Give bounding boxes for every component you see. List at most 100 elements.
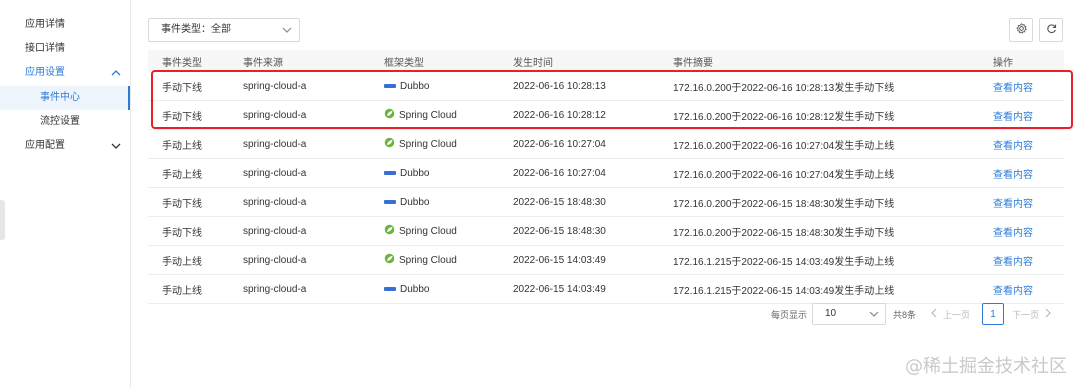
framework-label: Dubbo bbox=[400, 80, 430, 92]
summary-cell: 172.16.0.200于2022-06-16 10:28:12发生手动下线 bbox=[673, 111, 895, 123]
sidebar-item-label: 流控设置 bbox=[40, 116, 80, 127]
time-cell: 2022-06-16 10:27:04 bbox=[513, 138, 606, 150]
view-content-link[interactable]: 查看内容 bbox=[993, 159, 1033, 187]
event-source-cell: spring-cloud-a bbox=[243, 283, 307, 295]
summary-cell: 172.16.1.215于2022-06-15 14:03:49发生手动上线 bbox=[673, 285, 895, 297]
framework-cell: Dubbo bbox=[384, 275, 429, 303]
total-count: 共8条 bbox=[893, 309, 917, 320]
view-content-link[interactable]: 查看内容 bbox=[993, 101, 1033, 129]
time-cell: 2022-06-15 18:48:30 bbox=[513, 225, 606, 237]
table-row: 手动下线 spring-cloud-a Dubbo 2022-06-15 18:48:… bbox=[148, 188, 1064, 217]
sidebar: 应用详情 接口详情 应用设置 事件中心 流控设置 应用配置 bbox=[0, 0, 131, 388]
framework-cell: Dubbo bbox=[384, 159, 429, 187]
gear-icon bbox=[1015, 21, 1027, 39]
chevron-left-icon bbox=[931, 308, 937, 320]
view-content-link[interactable]: 查看内容 bbox=[993, 188, 1033, 216]
next-page-label: 下一页 bbox=[1012, 309, 1040, 320]
settings-button[interactable] bbox=[1009, 18, 1033, 42]
event-source-cell: spring-cloud-a bbox=[243, 196, 307, 208]
event-source-cell: spring-cloud-a bbox=[243, 109, 307, 121]
table-row: 手动上线 spring-cloud-a Spring Cloud 2022-06-16… bbox=[148, 130, 1064, 159]
table-row: 手动上线 spring-cloud-a Dubbo 2022-06-15 14:03:… bbox=[148, 275, 1064, 304]
summary-cell: 172.16.0.200于2022-06-16 10:27:04发生手动上线 bbox=[673, 140, 895, 152]
summary-cell: 172.16.0.200于2022-06-15 18:48:30发生手动下线 bbox=[673, 198, 895, 210]
chevron-down-icon bbox=[110, 134, 122, 158]
page-size-value: 10 bbox=[825, 308, 837, 319]
chevron-right-icon bbox=[1045, 308, 1051, 320]
spring-leaf-icon bbox=[384, 137, 395, 151]
framework-label: Spring Cloud bbox=[399, 254, 457, 266]
framework-cell: Spring Cloud bbox=[384, 217, 457, 245]
page-size-select[interactable]: 10 bbox=[812, 303, 886, 325]
column-header-action: 操作 bbox=[993, 57, 1013, 69]
table-row: 手动上线 spring-cloud-a Spring Cloud 2022-06-15… bbox=[148, 246, 1064, 275]
event-source-cell: spring-cloud-a bbox=[243, 138, 307, 150]
sidebar-item-event-center[interactable]: 事件中心 bbox=[0, 86, 130, 110]
chevron-down-icon bbox=[281, 19, 293, 41]
collapse-handle[interactable] bbox=[0, 200, 5, 240]
sidebar-item-app-detail[interactable]: 应用详情 bbox=[0, 13, 130, 37]
sidebar-group-app-settings[interactable]: 应用设置 bbox=[0, 61, 130, 85]
table-row: 手动下线 spring-cloud-a Dubbo 2022-06-16 10:28:… bbox=[148, 72, 1064, 101]
event-source-cell: spring-cloud-a bbox=[243, 254, 307, 266]
framework-label: Spring Cloud bbox=[399, 225, 457, 237]
chevron-down-icon bbox=[868, 304, 880, 324]
event-type-cell: 手动上线 bbox=[162, 256, 202, 268]
refresh-button[interactable] bbox=[1039, 18, 1063, 42]
event-source-cell: spring-cloud-a bbox=[243, 225, 307, 237]
column-header-event-type: 事件类型 bbox=[162, 57, 202, 69]
page-1-button[interactable]: 1 bbox=[982, 303, 1004, 325]
table-row: 手动下线 spring-cloud-a Spring Cloud 2022-06-15… bbox=[148, 217, 1064, 246]
time-cell: 2022-06-15 14:03:49 bbox=[513, 283, 606, 295]
time-cell: 2022-06-15 18:48:30 bbox=[513, 196, 606, 208]
event-type-cell: 手动下线 bbox=[162, 111, 202, 123]
spring-leaf-icon bbox=[384, 108, 395, 122]
table-body: 手动下线 spring-cloud-a Dubbo 2022-06-16 10:28:… bbox=[148, 72, 1064, 304]
table-row: 手动下线 spring-cloud-a Spring Cloud 2022-06-16… bbox=[148, 101, 1064, 130]
framework-label: Spring Cloud bbox=[399, 138, 457, 150]
framework-label: Spring Cloud bbox=[399, 109, 457, 121]
framework-cell: Dubbo bbox=[384, 188, 429, 216]
dubbo-logo-icon bbox=[384, 197, 396, 208]
spring-leaf-icon bbox=[384, 224, 395, 238]
event-source-cell: spring-cloud-a bbox=[243, 80, 307, 92]
summary-cell: 172.16.0.200于2022-06-15 18:48:30发生手动下线 bbox=[673, 227, 895, 239]
event-type-cell: 手动上线 bbox=[162, 140, 202, 152]
sidebar-group-app-config[interactable]: 应用配置 bbox=[0, 134, 130, 158]
dubbo-logo-icon bbox=[384, 81, 396, 92]
framework-label: Dubbo bbox=[400, 283, 430, 295]
current-page-number: 1 bbox=[990, 308, 996, 320]
chevron-up-icon bbox=[110, 61, 122, 85]
column-header-event-source: 事件来源 bbox=[243, 57, 283, 69]
next-page-button[interactable]: 下一页 bbox=[1012, 303, 1051, 325]
time-cell: 2022-06-16 10:28:12 bbox=[513, 109, 606, 121]
column-header-time: 发生时间 bbox=[513, 57, 553, 69]
event-table: 事件类型 事件来源 框架类型 发生时间 事件摘要 操作 手动下线 spring-c… bbox=[148, 50, 1064, 304]
page-size-label: 每页显示 bbox=[771, 309, 808, 320]
event-source-cell: spring-cloud-a bbox=[243, 167, 307, 179]
event-type-select[interactable]: 事件类型：全部 bbox=[148, 18, 300, 42]
prev-page-label: 上一页 bbox=[943, 309, 971, 320]
spring-leaf-icon bbox=[384, 253, 395, 267]
framework-cell: Spring Cloud bbox=[384, 246, 457, 274]
table-header: 事件类型 事件来源 框架类型 发生时间 事件摘要 操作 bbox=[148, 50, 1064, 72]
prev-page-button[interactable]: 上一页 bbox=[931, 303, 970, 325]
column-header-summary: 事件摘要 bbox=[673, 57, 713, 69]
view-content-link[interactable]: 查看内容 bbox=[993, 130, 1033, 158]
view-content-link[interactable]: 查看内容 bbox=[993, 275, 1033, 303]
framework-label: Dubbo bbox=[400, 196, 430, 208]
event-type-cell: 手动上线 bbox=[162, 169, 202, 181]
view-content-link[interactable]: 查看内容 bbox=[993, 217, 1033, 245]
view-content-link[interactable]: 查看内容 bbox=[993, 246, 1033, 274]
view-content-link[interactable]: 查看内容 bbox=[993, 72, 1033, 100]
event-type-select-value: 事件类型：全部 bbox=[161, 24, 231, 35]
sidebar-item-label: 应用设置 bbox=[25, 67, 65, 78]
sidebar-item-flow-control[interactable]: 流控设置 bbox=[0, 110, 130, 134]
dubbo-logo-icon bbox=[384, 168, 396, 179]
framework-cell: Spring Cloud bbox=[384, 130, 457, 158]
sidebar-item-api-detail[interactable]: 接口详情 bbox=[0, 37, 130, 61]
summary-cell: 172.16.0.200于2022-06-16 10:28:13发生手动下线 bbox=[673, 82, 895, 94]
table-row: 手动上线 spring-cloud-a Dubbo 2022-06-16 10:27:… bbox=[148, 159, 1064, 188]
time-cell: 2022-06-16 10:28:13 bbox=[513, 80, 606, 92]
framework-cell: Spring Cloud bbox=[384, 101, 457, 129]
